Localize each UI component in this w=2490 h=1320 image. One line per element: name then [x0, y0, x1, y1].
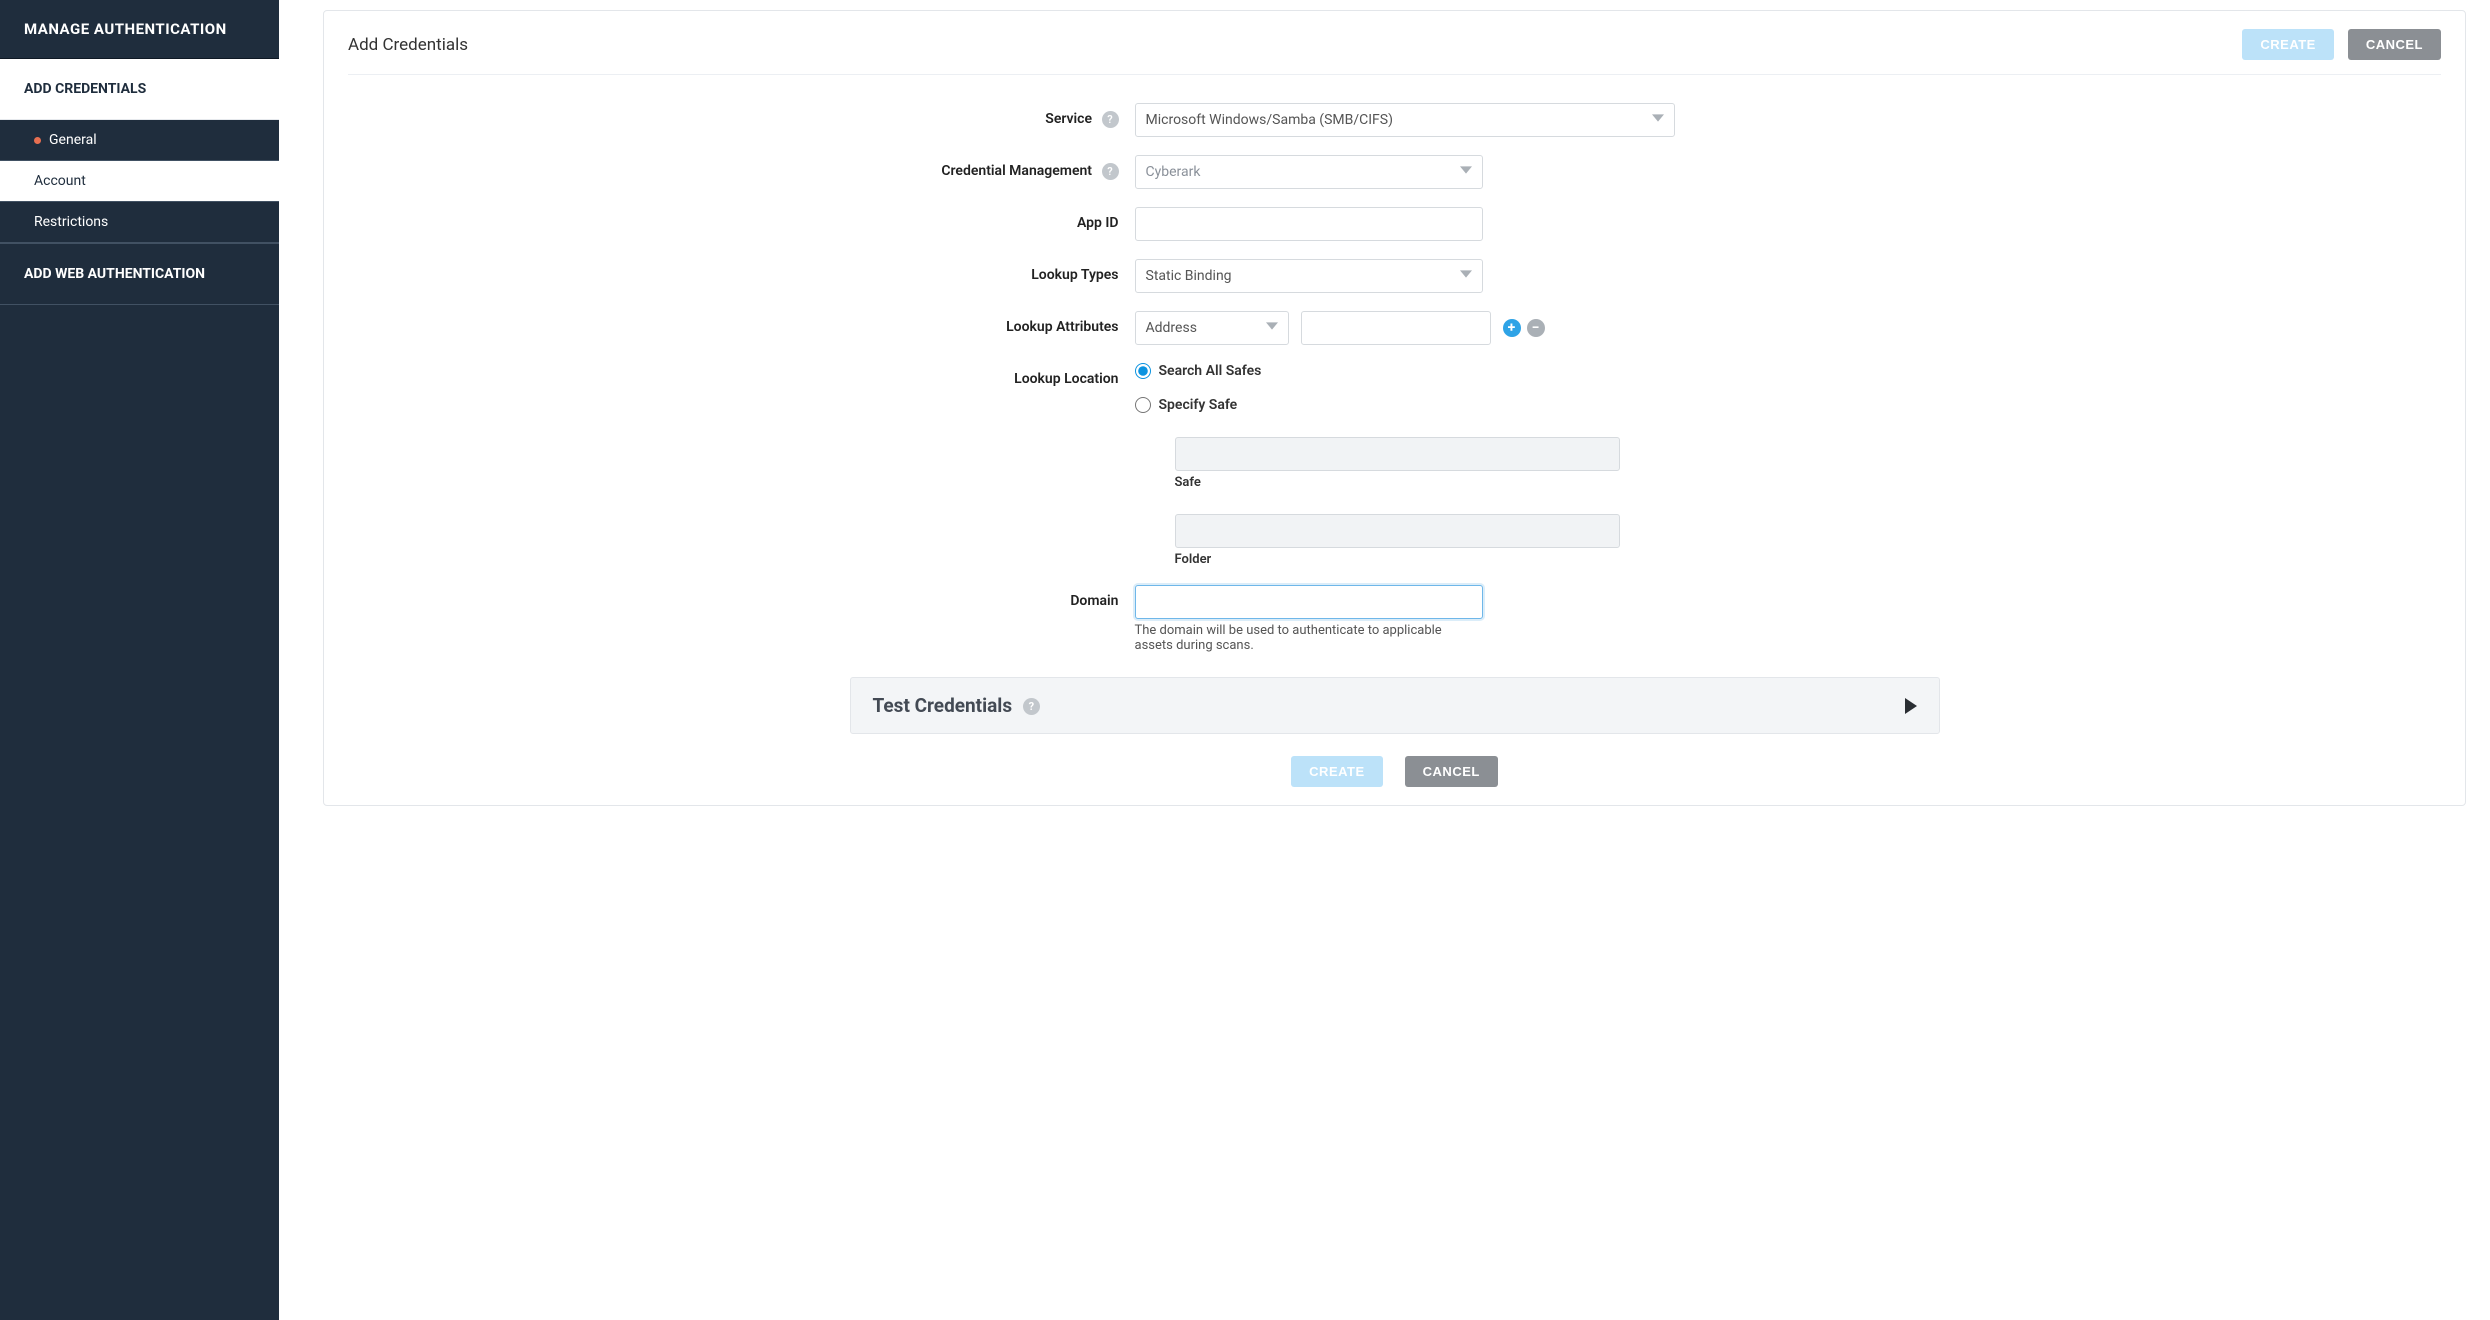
sidebar: MANAGE AUTHENTICATION ADD CREDENTIALS Ge…	[0, 0, 279, 1320]
help-icon[interactable]: ?	[1023, 698, 1040, 715]
radio-search-all-safes[interactable]: Search All Safes	[1135, 363, 1945, 379]
page-title: Add Credentials	[348, 35, 468, 55]
sidebar-header: MANAGE AUTHENTICATION	[0, 0, 279, 59]
cancel-button-top[interactable]: CANCEL	[2348, 29, 2441, 60]
credmgmt-value: Cyberark	[1146, 164, 1201, 180]
appid-input[interactable]	[1135, 207, 1483, 241]
safe-label: Safe	[1175, 475, 1945, 490]
main-content: Add Credentials CREATE CANCEL Service ? …	[279, 0, 2490, 1320]
help-icon[interactable]: ?	[1102, 111, 1119, 128]
sidebar-filler	[0, 305, 279, 1320]
remove-icon[interactable]: −	[1527, 319, 1545, 337]
help-icon[interactable]: ?	[1102, 163, 1119, 180]
create-button-bottom[interactable]: CREATE	[1291, 756, 1382, 787]
chevron-down-icon	[1266, 320, 1278, 336]
lookup-types-value: Static Binding	[1146, 268, 1232, 284]
radio-label: Specify Safe	[1159, 397, 1238, 413]
radio-specify-safe[interactable]: Specify Safe	[1135, 397, 1945, 413]
chevron-right-icon	[1905, 698, 1917, 714]
folder-label: Folder	[1175, 552, 1945, 567]
domain-label: Domain	[845, 585, 1135, 609]
test-credentials-title: Test Credentials	[873, 694, 1013, 717]
service-label: Service ?	[845, 103, 1135, 128]
chevron-down-icon	[1460, 268, 1472, 284]
credentials-card: Add Credentials CREATE CANCEL Service ? …	[323, 10, 2466, 806]
lookup-types-select[interactable]: Static Binding	[1135, 259, 1483, 293]
lookup-location-label: Lookup Location	[845, 363, 1135, 387]
add-icon[interactable]: +	[1503, 319, 1521, 337]
domain-input[interactable]	[1135, 585, 1483, 619]
credentials-form: Service ? Microsoft Windows/Samba (SMB/C…	[845, 103, 1945, 653]
header-actions: CREATE CANCEL	[2242, 29, 2441, 60]
sidebar-group-add-credentials: ADD CREDENTIALS	[0, 59, 279, 120]
domain-help-text: The domain will be used to authenticate …	[1135, 623, 1475, 653]
lookup-attrs-label: Lookup Attributes	[845, 311, 1135, 335]
create-button-top[interactable]: CREATE	[2242, 29, 2333, 60]
sidebar-group-web-auth[interactable]: ADD WEB AUTHENTICATION	[0, 243, 279, 305]
lookup-types-label: Lookup Types	[845, 259, 1135, 283]
radio-label: Search All Safes	[1159, 363, 1262, 379]
footer-actions: CREATE CANCEL	[348, 756, 2441, 787]
service-select[interactable]: Microsoft Windows/Samba (SMB/CIFS)	[1135, 103, 1675, 137]
lookup-location-radios: Search All Safes Specify Safe Safe	[1135, 363, 1945, 567]
test-credentials-panel[interactable]: Test Credentials ?	[850, 677, 1940, 734]
card-header: Add Credentials CREATE CANCEL	[348, 29, 2441, 75]
chevron-down-icon	[1652, 112, 1664, 128]
sidebar-item-account[interactable]: Account	[0, 161, 279, 202]
folder-input[interactable]	[1175, 514, 1620, 548]
safe-input[interactable]	[1175, 437, 1620, 471]
credmgmt-select[interactable]: Cyberark	[1135, 155, 1483, 189]
credmgmt-label: Credential Management ?	[845, 155, 1135, 180]
chevron-down-icon	[1460, 164, 1472, 180]
sidebar-item-restrictions[interactable]: Restrictions	[0, 202, 279, 243]
cancel-button-bottom[interactable]: CANCEL	[1405, 756, 1498, 787]
lookup-attr-value: Address	[1146, 320, 1197, 336]
service-value: Microsoft Windows/Samba (SMB/CIFS)	[1146, 112, 1393, 128]
appid-label: App ID	[845, 207, 1135, 231]
lookup-attr-value-input[interactable]	[1301, 311, 1491, 345]
sidebar-item-general[interactable]: General	[0, 120, 279, 161]
lookup-attr-select[interactable]: Address	[1135, 311, 1289, 345]
